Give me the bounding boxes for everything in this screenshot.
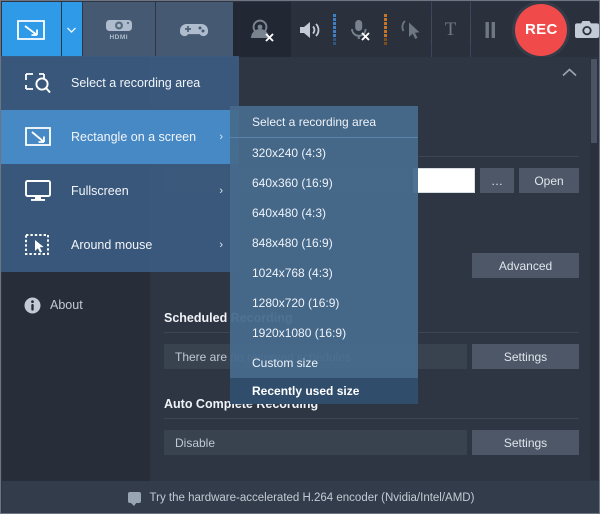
rectangle-select-icon: [17, 19, 46, 40]
footer-tip-bar: Try the hardware-accelerated H.264 encod…: [2, 481, 599, 513]
main-toolbar: HDMI T REC: [2, 2, 599, 57]
auto-complete-row: Disable Settings: [164, 430, 579, 455]
toolbar-game-record[interactable]: [154, 2, 233, 57]
chevron-up-icon: [561, 67, 577, 76]
submenu-recently-used-header: Recently used size: [230, 378, 418, 404]
browse-button[interactable]: …: [480, 168, 514, 193]
menu-item-label: Around mouse: [71, 238, 153, 252]
toolbar-device-record[interactable]: HDMI: [81, 2, 155, 57]
mic-level-meter: [379, 2, 391, 57]
cursor-click-icon: [401, 19, 420, 39]
microphone-off-icon: [350, 19, 370, 41]
advanced-button[interactable]: Advanced: [472, 253, 579, 278]
submenu-item[interactable]: 320x240 (4:3): [230, 138, 418, 168]
sidebar-item-about[interactable]: About: [2, 286, 150, 324]
record-label: REC: [525, 21, 558, 38]
submenu-item[interactable]: 640x360 (16:9): [230, 168, 418, 198]
info-icon: [24, 297, 41, 313]
record-icon: REC: [515, 3, 568, 56]
toolbar-mouse-effect[interactable]: [390, 2, 431, 57]
toolbar-screenshot[interactable]: [574, 2, 599, 57]
submenu-item[interactable]: 640x480 (4:3): [230, 198, 418, 228]
submenu-item[interactable]: 1920x1080 (16:9): [230, 318, 418, 348]
chevron-right-icon: ›: [219, 131, 223, 143]
submenu-item[interactable]: 848x480 (16:9): [230, 228, 418, 258]
text-icon: T: [444, 18, 457, 40]
menu-item-select-a-recording-area[interactable]: Select a recording area: [1, 56, 239, 110]
menu-item-fullscreen[interactable]: Fullscreen ›: [1, 164, 239, 218]
area-search-icon: [23, 70, 53, 96]
monitor-icon: [23, 179, 53, 203]
footer-tip-message: Try the hardware-accelerated H.264 encod…: [149, 491, 475, 504]
auto-complete-settings-button[interactable]: Settings: [472, 430, 579, 455]
toolbar-pause[interactable]: [470, 2, 509, 57]
toolbar-speaker-toggle[interactable]: [290, 2, 329, 57]
camera-icon: [575, 21, 599, 38]
toolbar-webcam-toggle[interactable]: [232, 2, 291, 57]
menu-item-label: Rectangle on a screen: [71, 130, 197, 144]
output-path-input[interactable]: [413, 168, 475, 193]
chevron-down-icon: [67, 27, 77, 33]
rectangle-select-icon: [23, 126, 53, 148]
menu-item-rectangle-on-a-screen[interactable]: Rectangle on a screen ›: [1, 110, 239, 164]
webcam-off-icon: [250, 19, 274, 42]
toolbar-screen-record-area[interactable]: [2, 2, 62, 57]
submenu-header: Select a recording area: [230, 106, 418, 138]
pause-icon: [485, 21, 495, 38]
open-folder-button[interactable]: Open: [519, 168, 579, 193]
auto-complete-status-field: Disable: [164, 430, 467, 455]
speaker-icon: [299, 21, 320, 38]
recording-area-menu: Select a recording area Rectangle on a s…: [1, 56, 239, 272]
menu-item-around-mouse[interactable]: Around mouse ›: [1, 218, 239, 272]
toolbar-text-overlay[interactable]: T: [431, 2, 470, 57]
scheduled-settings-button[interactable]: Settings: [472, 344, 579, 369]
hdmi-device-icon: [105, 20, 132, 31]
hdmi-label: HDMI: [109, 34, 129, 41]
toolbar-microphone-toggle[interactable]: [339, 2, 380, 57]
menu-item-label: Select a recording area: [71, 76, 201, 90]
collapse-panel-button[interactable]: [559, 63, 579, 81]
sidebar-about-label: About: [50, 298, 83, 312]
submenu-item[interactable]: 1280x720 (16:9): [230, 288, 418, 318]
bandicam-window: HDMI T REC About … Open Advanced Schedul…: [0, 0, 600, 514]
chevron-right-icon: ›: [219, 239, 223, 251]
speaker-level-meter: [328, 2, 340, 57]
vertical-scrollbar[interactable]: [590, 58, 598, 480]
toolbar-record-button[interactable]: REC: [508, 2, 574, 57]
submenu-item[interactable]: 1024x768 (4:3): [230, 258, 418, 288]
tip-icon: [127, 492, 141, 506]
auto-complete-divider: [164, 418, 579, 419]
toolbar-area-dropdown[interactable]: [61, 2, 82, 57]
resolution-submenu: Select a recording area 320x240 (4:3) 64…: [230, 106, 418, 404]
scrollbar-thumb[interactable]: [591, 59, 597, 143]
gamepad-icon: [180, 23, 209, 36]
submenu-item-custom-size[interactable]: Custom size: [230, 348, 418, 378]
dashed-box-cursor-icon: [23, 233, 53, 257]
chevron-right-icon: ›: [219, 185, 223, 197]
menu-item-label: Fullscreen: [71, 184, 129, 198]
